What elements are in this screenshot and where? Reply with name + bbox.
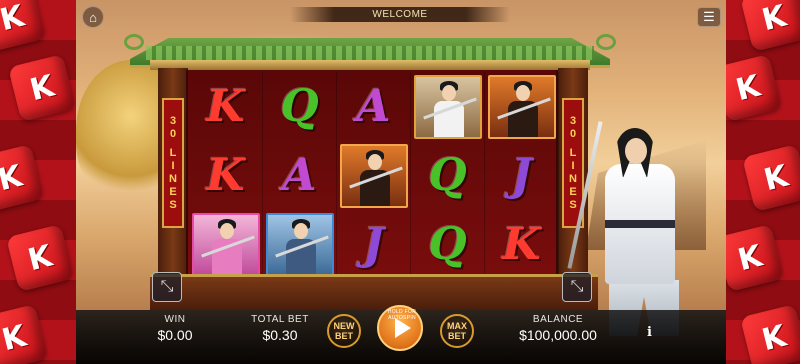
roof-curl-left: [124, 34, 144, 50]
symbol-official-black-hat: [487, 74, 556, 139]
reel-cell: [411, 72, 485, 141]
hamburger-menu-icon: ☰: [703, 9, 715, 24]
roof-tiles: [146, 46, 594, 60]
paylines-label: LINES: [167, 146, 179, 212]
symbol-swordswoman-hat: [265, 212, 334, 277]
reel-cell: A: [337, 72, 411, 141]
menu-button[interactable]: ☰: [697, 7, 721, 27]
total-bet-value: $0.30: [262, 327, 298, 343]
autospin-hint: HOLD FOR AUTOSPIN: [387, 309, 417, 321]
new-bet-button[interactable]: NEW BET: [327, 314, 361, 348]
symbol-a: A: [282, 150, 317, 201]
paylines-banner-left: 30 LINES: [162, 98, 184, 228]
hero-sash: [605, 220, 675, 228]
dice-icon: K: [8, 54, 76, 122]
reel-cell: [485, 72, 559, 141]
left-dice-panel: K K K K K: [0, 0, 76, 364]
dice-icon: K: [726, 54, 782, 122]
swordsman-character: [567, 120, 715, 340]
dice-icon: K: [0, 304, 48, 364]
win-label: WIN: [164, 314, 186, 325]
paylines-count: 30: [167, 114, 179, 141]
reel-grid: KQAKAQJJQK: [188, 70, 559, 279]
symbol-k: K: [206, 150, 245, 201]
reel-cell: [337, 141, 411, 210]
dice-icon: K: [0, 0, 46, 52]
home-button[interactable]: ⌂: [82, 6, 104, 28]
welcome-banner: WELCOME: [290, 7, 510, 22]
home-icon: ⌂: [89, 9, 97, 25]
dice-icon: K: [740, 304, 800, 364]
symbol-q: Q: [428, 150, 467, 201]
dice-icon: K: [6, 224, 74, 292]
reel-cell: Q: [411, 210, 485, 279]
reel-cell: J: [337, 210, 411, 279]
stage-floor: [150, 274, 598, 310]
balance-display: BALANCE $100,000.00: [513, 314, 603, 343]
symbol-q: Q: [428, 219, 467, 270]
balance-label: BALANCE: [532, 314, 584, 325]
symbol-k: K: [206, 81, 245, 132]
symbol-q: Q: [280, 81, 319, 132]
new-bet-label: NEW BET: [333, 321, 355, 341]
win-value: $0.00: [157, 327, 193, 343]
max-bet-button[interactable]: MAX BET: [440, 314, 474, 348]
win-display: WIN $0.00: [145, 314, 205, 343]
reel-cell: Q: [263, 72, 337, 141]
symbol-j: J: [511, 150, 532, 201]
fullscreen-button-left[interactable]: ⤡: [152, 272, 182, 302]
reel-cell: [189, 210, 263, 279]
hero-head: [625, 138, 647, 164]
right-dice-panel: K K K K K: [726, 0, 800, 364]
symbol-swordsman-white: [413, 74, 482, 139]
spin-button[interactable]: HOLD FOR AUTOSPIN: [377, 305, 423, 351]
reel-cell: Q: [411, 141, 485, 210]
shrink-arrows-icon: ⤡: [160, 278, 174, 295]
total-bet-label: TOTAL BET: [251, 314, 309, 325]
slot-reels: KQAKAQJJQK: [186, 70, 559, 280]
dice-icon: K: [740, 0, 800, 52]
reel-cell: K: [189, 141, 263, 210]
reel-cell: [263, 210, 337, 279]
max-bet-label: MAX BET: [447, 321, 467, 341]
balance-value: $100,000.00: [519, 327, 597, 343]
reel-cell: J: [485, 141, 559, 210]
symbol-official-black-hat: [339, 143, 408, 208]
symbol-j: J: [363, 219, 384, 270]
symbol-lady-fan: [191, 212, 260, 277]
dice-icon: K: [0, 144, 44, 212]
reel-cell: K: [485, 210, 559, 279]
roof-curl-right: [596, 34, 616, 50]
reel-cell: K: [189, 72, 263, 141]
info-button[interactable]: i: [647, 325, 652, 340]
symbol-k: K: [502, 219, 541, 270]
dice-icon: K: [742, 144, 800, 212]
total-bet-display: TOTAL BET $0.30: [250, 314, 310, 343]
reel-cell: A: [263, 141, 337, 210]
dice-icon: K: [726, 224, 784, 292]
symbol-a: A: [356, 81, 391, 132]
roof-trim: [150, 60, 590, 70]
